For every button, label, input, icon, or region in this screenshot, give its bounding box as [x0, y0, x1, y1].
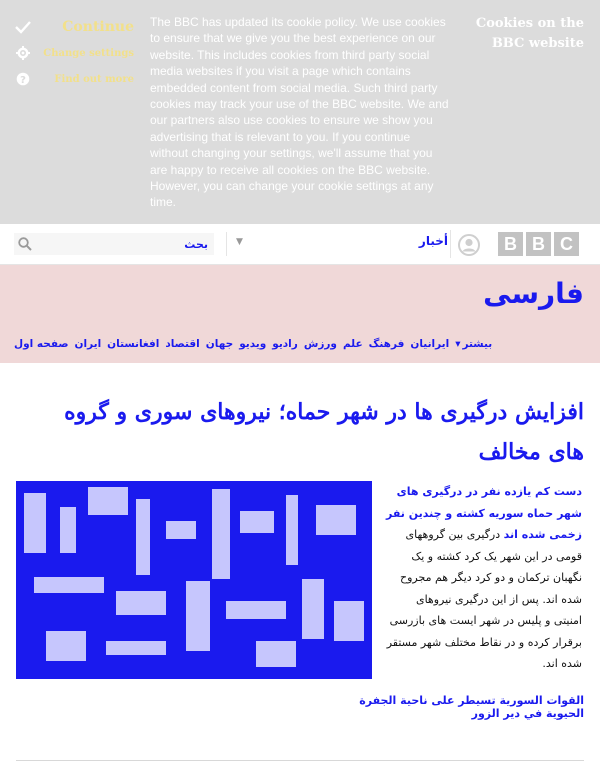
nav-item[interactable]: ورزش [304, 338, 337, 350]
svg-text:?: ? [20, 75, 26, 86]
help-icon: ? [14, 70, 32, 88]
article-image[interactable] [16, 481, 372, 679]
continue-button[interactable]: Continue [14, 14, 134, 40]
header-divider [450, 230, 451, 258]
article-summary: دست کم یازده نفر در درگیری های شهر حماه … [386, 481, 582, 675]
nav-item[interactable]: ایرانیان [410, 338, 449, 350]
related-headline[interactable]: القوات السورية تسيطر على ناحية الجفرة ال… [358, 694, 584, 720]
cookie-actions: Continue Change settings ? Find out more [14, 14, 134, 92]
cookie-policy-text: The BBC has updated its cookie policy. W… [150, 15, 449, 210]
nav-more-label: بیشتر [462, 338, 493, 350]
global-header: ▼ أخبار B B C [0, 224, 600, 265]
nav-item[interactable]: علم [343, 338, 363, 350]
nav-item[interactable]: اقتصاد [165, 338, 199, 350]
bbc-logo-letter: C [554, 232, 579, 256]
cookie-banner: Continue Change settings ? Find out more… [0, 0, 600, 224]
article-headline[interactable]: افزایش درگیری ها در شهر حماه؛ نیروهای سو… [24, 392, 584, 472]
caret-down-icon: ▾ [455, 338, 461, 350]
account-icon[interactable] [458, 234, 480, 256]
chevron-down-icon[interactable]: ▼ [236, 237, 243, 247]
bbc-logo-letter: B [526, 232, 551, 256]
nav-item[interactable]: ایران [75, 338, 102, 350]
nav-more-button[interactable]: بیشتر ▾ [455, 338, 492, 350]
brand-band: فارسی صفحه اول ایران افغانستان اقتصاد جه… [0, 265, 600, 363]
change-settings-label: Change settings [43, 47, 134, 59]
bbc-logo[interactable]: B B C [498, 232, 579, 256]
checkmark-icon [14, 18, 32, 36]
search-input[interactable] [36, 233, 214, 255]
nav-item[interactable]: صفحه اول [14, 338, 69, 350]
article-body: درگیری بین گروههای قومی در این شهر یک کر… [386, 528, 582, 670]
nav-item[interactable]: رادیو [272, 338, 298, 350]
header-divider [226, 232, 227, 256]
nav-item[interactable]: فرهنگ [369, 338, 405, 350]
change-settings-button[interactable]: Change settings [14, 40, 134, 66]
search-box[interactable] [14, 233, 214, 255]
find-out-more-link[interactable]: ? Find out more [14, 66, 134, 92]
gear-icon [14, 44, 32, 62]
brand-title[interactable]: فارسی [483, 277, 584, 310]
cookie-banner-title: Cookies on the BBC website [475, 16, 584, 51]
nav-item[interactable]: جهان [206, 338, 233, 350]
continue-label: Continue [62, 19, 134, 35]
nav-item[interactable]: ویدیو [239, 338, 266, 350]
search-icon[interactable] [14, 237, 36, 251]
find-out-more-label: Find out more [54, 73, 134, 85]
section-nav: صفحه اول ایران افغانستان اقتصاد جهان وید… [14, 333, 586, 355]
header-nav-link[interactable]: أخبار [388, 234, 448, 248]
bbc-logo-letter: B [498, 232, 523, 256]
nav-item[interactable]: افغانستان [107, 338, 159, 350]
section-divider [16, 760, 584, 761]
